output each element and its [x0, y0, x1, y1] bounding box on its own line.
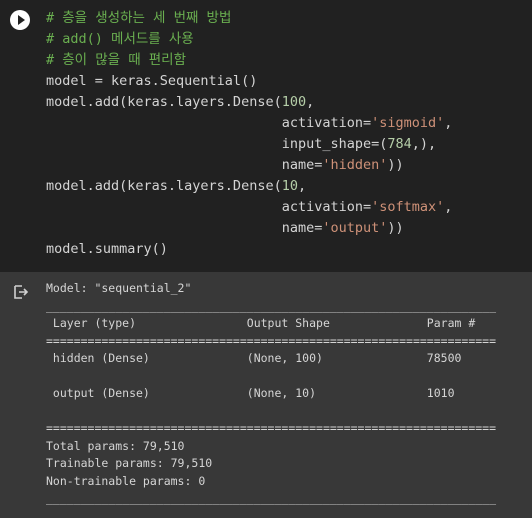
- code-line: activation='sigmoid',: [46, 115, 453, 131]
- divider: ________________________________________…: [46, 298, 497, 313]
- non-trainable-params: Non-trainable params: 0: [46, 473, 206, 488]
- divider: ________________________________________…: [46, 491, 497, 505]
- run-cell-button[interactable]: [10, 10, 30, 30]
- table-header: Layer (type) Output Shape Param #: [46, 316, 497, 330]
- double-divider: ========================================…: [46, 421, 497, 435]
- table-row: hidden (Dense) (None, 100) 78500: [46, 351, 497, 365]
- trainable-params: Trainable params: 79,510: [46, 456, 213, 470]
- model-name-line: Model: "sequential_2": [46, 281, 192, 295]
- code-line: model.add(keras.layers.Dense(10,: [46, 178, 307, 194]
- code-line: input_shape=(784,),: [46, 136, 437, 152]
- cell-output: Model: "sequential_2" __________________…: [0, 272, 532, 518]
- code-editor[interactable]: # 층을 생성하는 세 번째 방법 # add() 메서드를 사용 # 층이 많…: [46, 8, 452, 260]
- table-row: output (Dense) (None, 10) 1010: [46, 386, 497, 400]
- code-line: # add() 메서드를 사용: [46, 31, 194, 47]
- code-line: activation='softmax',: [46, 199, 453, 215]
- code-cell[interactable]: # 층을 생성하는 세 번째 방법 # add() 메서드를 사용 # 층이 많…: [0, 0, 532, 272]
- code-line: name='hidden')): [46, 157, 404, 173]
- output-redirect-icon[interactable]: [13, 284, 29, 300]
- double-divider: ========================================…: [46, 333, 497, 348]
- model-summary-text: Model: "sequential_2" __________________…: [46, 280, 496, 508]
- code-line: # 층을 생성하는 세 번째 방법: [46, 10, 232, 26]
- code-line: # 층이 많을 때 편리함: [46, 52, 186, 68]
- code-line: model = keras.Sequential(): [46, 73, 258, 89]
- code-line: name='output')): [46, 220, 404, 236]
- code-line: model.add(keras.layers.Dense(100,: [46, 94, 315, 110]
- total-params: Total params: 79,510: [46, 438, 185, 453]
- code-line: model.summary(): [46, 241, 168, 257]
